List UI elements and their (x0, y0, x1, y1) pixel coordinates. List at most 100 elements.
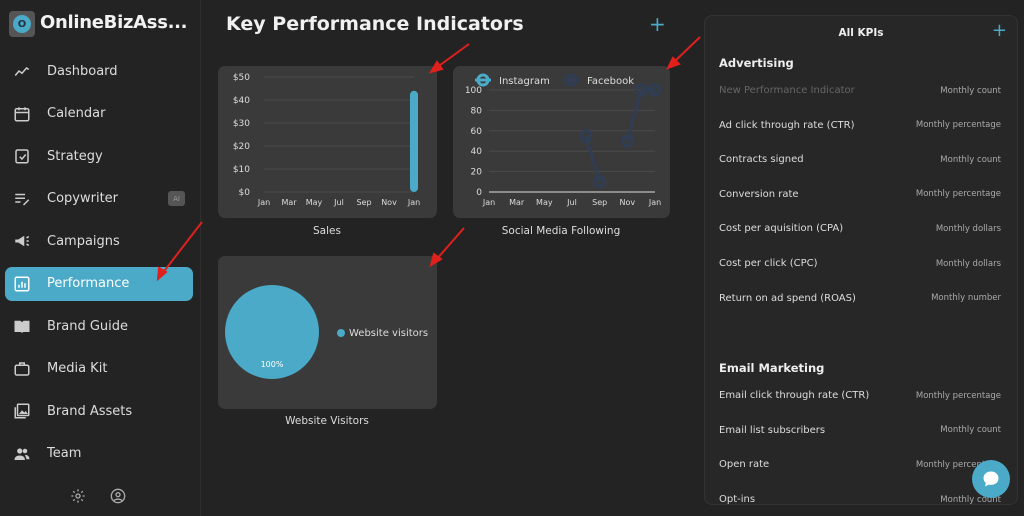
y-tick-label: $30 (233, 119, 250, 129)
sales-chart-card[interactable]: $0 $10 $20 $30 $40 $50 Jan Mar May Jul Sep Nov Jan (218, 66, 437, 218)
sidebar-item-label: Media Kit (47, 361, 108, 376)
kpi-row[interactable]: Ad click through rate (CTR) Monthly perce… (719, 120, 1001, 131)
y-tick-label: $10 (233, 165, 250, 175)
sidebar-item-media-kit[interactable]: Media Kit (5, 352, 193, 386)
bar-chart-icon (14, 276, 30, 291)
page-title: Key Performance Indicators (226, 13, 524, 35)
sidebar-item-brand-guide[interactable]: Brand Guide (5, 309, 193, 343)
kpi-name: New Performance Indicator (719, 85, 855, 96)
sales-bar (410, 90, 418, 192)
visitors-chart-card[interactable]: 100% Website visitors (218, 256, 437, 409)
sidebar-item-label: Dashboard (47, 63, 118, 79)
kpi-unit: Monthly count (940, 85, 1001, 96)
sidebar-item-label: Strategy (47, 148, 103, 164)
kpi-name: Conversion rate (719, 188, 799, 200)
add-kpi-button[interactable]: + (649, 12, 666, 36)
x-tick-label: Jan (407, 198, 420, 207)
kpi-section-title: Email Marketing (719, 361, 825, 376)
chat-bubble-icon (983, 471, 999, 487)
x-tick-label: Sep (592, 198, 607, 207)
sidebar-item-label: Brand Assets (47, 403, 133, 419)
sidebar-item-label: Campaigns (47, 233, 120, 249)
sidebar-item-calendar[interactable]: Calendar (5, 97, 193, 131)
y-tick-label: $40 (233, 96, 250, 106)
x-tick-label: Jul (566, 198, 577, 207)
sidebar: O OnlineBizAss... Dashboard Calendar Strat… (0, 0, 201, 516)
kpi-row[interactable]: Email list subscribers Monthly count (719, 425, 1001, 436)
sidebar-item-label: Copywriter (47, 191, 119, 206)
kpi-row[interactable]: Return on ad spend (ROAS) Monthly number (719, 293, 1001, 304)
x-tick-label: Nov (381, 198, 397, 207)
sidebar-item-dashboard[interactable]: Dashboard (5, 54, 193, 88)
x-tick-label: Sep (356, 198, 371, 207)
kpi-row[interactable]: New Performance Indicator Monthly count (719, 85, 1001, 96)
kpi-unit: Monthly dollars (935, 258, 1001, 269)
y-tick-label: 20 (471, 168, 483, 178)
chat-button[interactable] (972, 460, 1010, 498)
kpi-unit: Monthly count (940, 425, 1001, 436)
logo-mark: O (13, 15, 31, 33)
gear-icon[interactable] (70, 488, 86, 504)
panel-add-button[interactable]: + (992, 20, 1007, 41)
briefcase-icon (14, 361, 30, 376)
logo[interactable]: O (9, 11, 35, 37)
x-tick-label: Nov (620, 198, 636, 207)
kpi-unit: Monthly number (931, 293, 1001, 304)
sidebar-item-performance[interactable]: Performance (5, 266, 193, 301)
x-tick-label: May (306, 198, 323, 207)
kpi-row[interactable]: Opt-ins Monthly count (719, 494, 1001, 504)
series-line (625, 89, 643, 142)
sidebar-item-team[interactable]: Team (5, 437, 193, 471)
pie-label: 100% (261, 360, 284, 369)
y-tick-label: 0 (476, 188, 482, 198)
sidebar-item-strategy[interactable]: Strategy (5, 139, 193, 173)
kpi-row[interactable]: Conversion rate Monthly percentage (719, 189, 1001, 200)
legend-marker (337, 329, 345, 337)
panel-title: All KPIs (838, 27, 884, 39)
sales-chart-title: Sales (313, 225, 341, 237)
legend-label: Facebook (587, 76, 634, 87)
sidebar-item-label: Brand Guide (47, 318, 129, 334)
sidebar-item-label: Calendar (47, 106, 106, 121)
kpi-row[interactable]: Cost per click (CPC) Monthly dollars (719, 258, 1001, 269)
kpi-name: Contracts signed (719, 154, 804, 166)
kpi-unit: Monthly dollars (935, 223, 1001, 234)
kpi-name: Return on ad spend (ROAS) (719, 292, 856, 304)
sidebar-item-campaigns[interactable]: Campaigns (5, 224, 193, 258)
kpi-row[interactable]: Email click through rate (CTR) Monthly pe… (719, 390, 1001, 401)
kpi-row[interactable]: Contracts signed Monthly count (719, 154, 1001, 165)
x-tick-label: Jan (482, 198, 495, 207)
kpi-unit: Monthly percentage (915, 189, 1001, 200)
kpi-name: Email click through rate (CTR) (719, 390, 870, 402)
team-icon (14, 447, 30, 460)
data-point (593, 175, 607, 189)
kpi-section-title: Advertising (719, 56, 794, 70)
kpi-row[interactable]: Cost per aquisition (CPA) Monthly dollars (719, 223, 1001, 234)
all-kpis-panel: All KPIs + Advertising New Performance In… (704, 15, 1018, 505)
sidebar-footer (70, 488, 126, 504)
y-tick-label: $20 (233, 142, 250, 152)
sidebar-item-label: Team (47, 446, 82, 461)
sidebar-item-brand-assets[interactable]: Brand Assets (5, 394, 193, 428)
y-tick-label: 60 (471, 127, 483, 137)
kpi-unit: Monthly percentage (915, 390, 1001, 401)
x-tick-label: Jul (333, 198, 344, 207)
sidebar-nav: Dashboard Calendar Strategy Copywriter AI Cam… (5, 54, 193, 479)
images-icon (14, 403, 30, 419)
sidebar-item-copywriter[interactable]: Copywriter AI (5, 182, 193, 216)
app-name: OnlineBizAss... (40, 12, 188, 33)
social-chart-title: Social Media Following (501, 225, 621, 237)
visitors-chart-title: Website Visitors (285, 415, 369, 427)
x-tick-label: Mar (509, 198, 525, 207)
y-tick-label: $50 (233, 73, 250, 83)
kpi-name: Email list subscribers (719, 424, 826, 436)
legend-label: Instagram (499, 76, 550, 87)
megaphone-icon (15, 235, 30, 247)
series-line (584, 135, 602, 183)
social-chart-card[interactable]: 0 20 40 60 80 100 Jan Mar May Jul Sep Nov Jan Instagr… (453, 66, 670, 218)
kpi-name: Cost per click (CPC) (719, 258, 818, 269)
social-chart: 0 20 40 60 80 100 Jan Mar May Jul Sep Nov Jan Instagr… (465, 73, 662, 207)
kpi-row[interactable]: Open rate Monthly percentage (719, 459, 1001, 470)
user-circle-icon[interactable] (110, 488, 126, 504)
y-tick-label: 40 (471, 147, 483, 157)
